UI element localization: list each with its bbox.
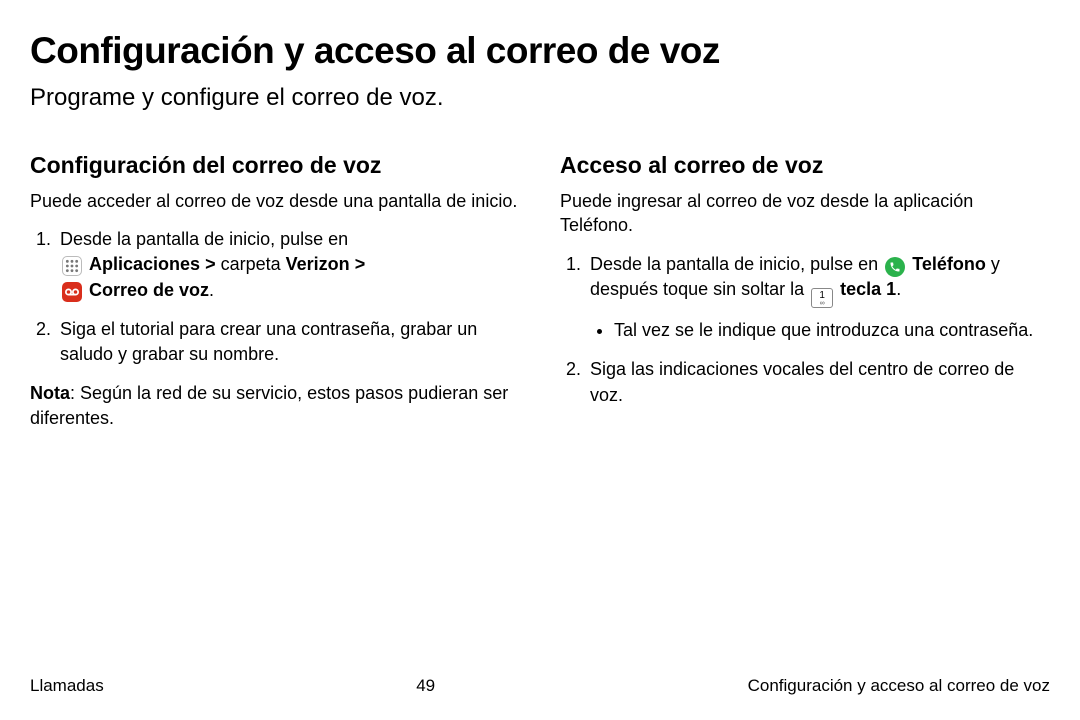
right-intro: Puede ingresar al correo de voz desde la… — [560, 189, 1050, 238]
left-heading: Configuración del correo de voz — [30, 152, 520, 179]
phone-icon — [885, 257, 905, 277]
footer-page-number: 49 — [416, 676, 435, 696]
carpeta-text: carpeta — [216, 254, 286, 274]
page-subtitle: Programe y configure el correo de voz. — [30, 84, 1050, 112]
left-intro: Puede acceder al correo de voz desde una… — [30, 189, 520, 213]
left-step-2: Siga el tutorial para crear una contrase… — [56, 317, 520, 367]
right-column: Acceso al correo de voz Puede ingresar a… — [560, 152, 1050, 444]
left-steps: Desde la pantalla de inicio, pulse en Ap… — [30, 227, 520, 367]
key-1-icon: 1∞ — [811, 288, 833, 308]
right-bullet-1: Tal vez se le indique que introduzca una… — [614, 318, 1050, 343]
page-footer: Llamadas 49 Configuración y acceso al co… — [30, 676, 1050, 696]
footer-right: Configuración y acceso al correo de voz — [748, 676, 1050, 696]
r-step1-a: Desde la pantalla de inicio, pulse en — [590, 254, 883, 274]
tecla1-label: tecla 1 — [840, 279, 896, 299]
telefono-label: Teléfono — [912, 254, 986, 274]
left-column: Configuración del correo de voz Puede ac… — [30, 152, 520, 444]
verizon-label: Verizon — [286, 254, 350, 274]
chevron-icon: > — [355, 254, 366, 274]
apps-grid-icon — [62, 256, 82, 276]
footer-left: Llamadas — [30, 676, 104, 696]
period: . — [896, 279, 901, 299]
left-note: Nota: Según la red de su servicio, estos… — [30, 381, 520, 430]
right-step-2: Siga las indicaciones vocales del centro… — [586, 357, 1050, 407]
correo-voz-label: Correo de voz — [89, 280, 209, 300]
content-columns: Configuración del correo de voz Puede ac… — [30, 152, 1050, 444]
apps-label: Aplicaciones — [89, 254, 200, 274]
note-label: Nota — [30, 383, 70, 403]
right-step-1: Desde la pantalla de inicio, pulse en Te… — [586, 252, 1050, 344]
period: . — [209, 280, 214, 300]
page-title: Configuración y acceso al correo de voz — [30, 30, 1050, 72]
left-step1-pre: Desde la pantalla de inicio, pulse en — [60, 229, 348, 249]
right-heading: Acceso al correo de voz — [560, 152, 1050, 179]
note-text: : Según la red de su servicio, estos pas… — [30, 383, 508, 427]
voicemail-icon — [62, 282, 82, 302]
right-steps: Desde la pantalla de inicio, pulse en Te… — [560, 252, 1050, 408]
right-sublist: Tal vez se le indique que introduzca una… — [590, 318, 1050, 343]
left-step-1: Desde la pantalla de inicio, pulse en Ap… — [56, 227, 520, 303]
chevron-icon: > — [205, 254, 216, 274]
